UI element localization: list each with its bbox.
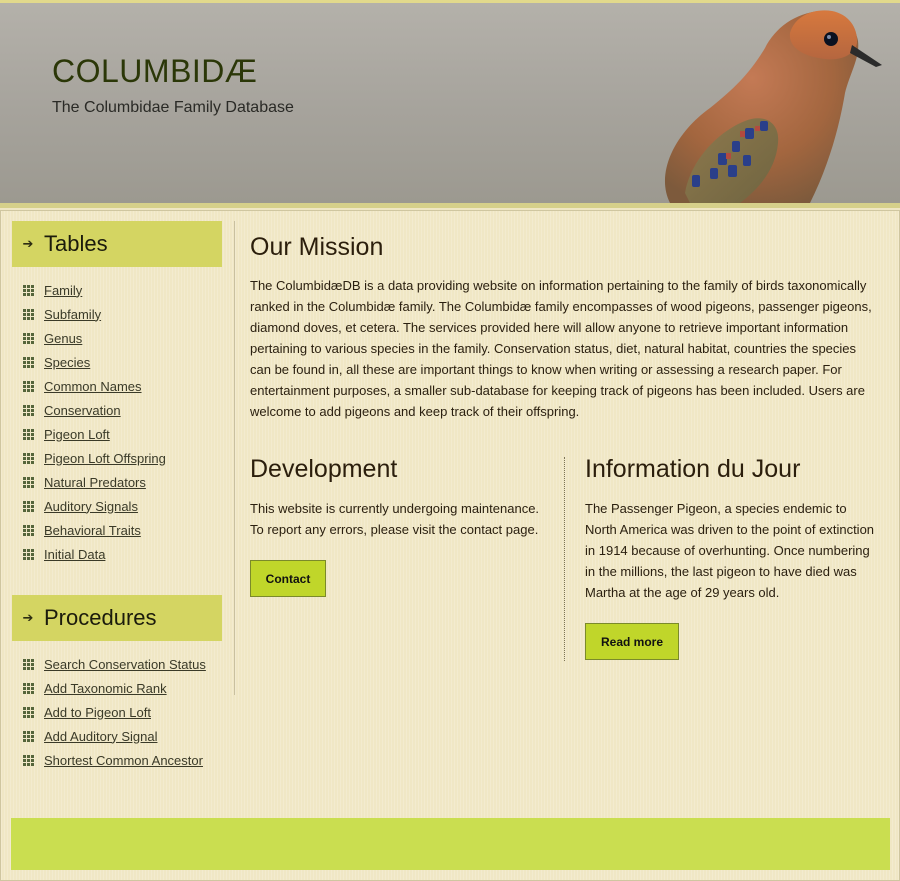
grid-bullet-icon <box>23 548 34 560</box>
arrow-right-icon: ➔ <box>22 610 34 626</box>
tables-heading: ➔ Tables <box>12 221 222 267</box>
tables-list: Family Subfamily Genus Species Common Na… <box>23 278 166 566</box>
link-initial-data[interactable]: Initial Data <box>44 547 105 562</box>
info-title: Information du Jour <box>585 455 801 483</box>
site-tagline: The Columbidae Family Database <box>52 99 294 116</box>
grid-bullet-icon <box>23 476 34 488</box>
sidebar-item-behavioral-traits: Behavioral Traits <box>23 518 166 542</box>
grid-bullet-icon <box>23 452 34 464</box>
link-add-to-pigeon-loft[interactable]: Add to Pigeon Loft <box>44 705 151 720</box>
grid-bullet-icon <box>23 428 34 440</box>
grid-bullet-icon <box>23 706 34 718</box>
sidebar-item-shortest-common-ancestor: Shortest Common Ancestor <box>23 748 206 772</box>
link-family[interactable]: Family <box>44 283 82 298</box>
grid-bullet-icon <box>23 308 34 320</box>
development-title: Development <box>250 455 398 483</box>
content-panel: ➔ Tables Family Subfamily Genus Species … <box>0 210 900 881</box>
sidebar-item-family: Family <box>23 278 166 302</box>
sidebar-item-common-names: Common Names <box>23 374 166 398</box>
site-title: COLUMBIDÆ <box>52 53 258 89</box>
link-add-taxonomic-rank[interactable]: Add Taxonomic Rank <box>44 681 167 696</box>
sidebar-divider <box>234 221 235 695</box>
sidebar-item-natural-predators: Natural Predators <box>23 470 166 494</box>
procedures-heading: ➔ Procedures <box>12 595 222 641</box>
grid-bullet-icon <box>23 500 34 512</box>
read-more-button[interactable]: Read more <box>585 623 679 660</box>
mission-title: Our Mission <box>250 233 384 261</box>
grid-bullet-icon <box>23 332 34 344</box>
sidebar-item-genus: Genus <box>23 326 166 350</box>
procedures-list: Search Conservation Status Add Taxonomic… <box>23 652 206 772</box>
grid-bullet-icon <box>23 730 34 742</box>
link-auditory-signals[interactable]: Auditory Signals <box>44 499 138 514</box>
sidebar-item-add-auditory-signal: Add Auditory Signal <box>23 724 206 748</box>
link-species[interactable]: Species <box>44 355 90 370</box>
link-shortest-common-ancestor[interactable]: Shortest Common Ancestor <box>44 753 203 768</box>
link-behavioral-traits[interactable]: Behavioral Traits <box>44 523 141 538</box>
grid-bullet-icon <box>23 284 34 296</box>
sidebar-item-initial-data: Initial Data <box>23 542 166 566</box>
development-text: This website is currently undergoing mai… <box>250 501 540 537</box>
sidebar-item-search-conservation-status: Search Conservation Status <box>23 652 206 676</box>
sidebar-item-pigeon-loft: Pigeon Loft <box>23 422 166 446</box>
grid-bullet-icon <box>23 524 34 536</box>
sidebar-item-subfamily: Subfamily <box>23 302 166 326</box>
grid-bullet-icon <box>23 356 34 368</box>
site-header: COLUMBIDÆ The Columbidae Family Database <box>0 0 900 208</box>
sidebar-item-pigeon-loft-offspring: Pigeon Loft Offspring <box>23 446 166 470</box>
column-divider <box>564 457 565 661</box>
sidebar-item-auditory-signals: Auditory Signals <box>23 494 166 518</box>
grid-bullet-icon <box>23 658 34 670</box>
tables-heading-label: Tables <box>44 231 108 256</box>
sidebar-item-species: Species <box>23 350 166 374</box>
link-genus[interactable]: Genus <box>44 331 82 346</box>
grid-bullet-icon <box>23 380 34 392</box>
sidebar-item-add-to-pigeon-loft: Add to Pigeon Loft <box>23 700 206 724</box>
link-natural-predators[interactable]: Natural Predators <box>44 475 146 490</box>
link-conservation[interactable]: Conservation <box>44 403 121 418</box>
mission-text: The ColumbidæDB is a data providing webs… <box>250 278 872 419</box>
footer-bar <box>11 818 890 870</box>
arrow-right-icon: ➔ <box>22 236 34 252</box>
link-search-conservation-status[interactable]: Search Conservation Status <box>44 657 206 672</box>
link-add-auditory-signal[interactable]: Add Auditory Signal <box>44 729 157 744</box>
procedures-heading-label: Procedures <box>44 605 157 630</box>
bird-photo <box>664 10 882 203</box>
link-subfamily[interactable]: Subfamily <box>44 307 101 322</box>
sidebar-item-add-taxonomic-rank: Add Taxonomic Rank <box>23 676 206 700</box>
sidebar-item-conservation: Conservation <box>23 398 166 422</box>
link-common-names[interactable]: Common Names <box>44 379 142 394</box>
grid-bullet-icon <box>23 682 34 694</box>
grid-bullet-icon <box>23 404 34 416</box>
info-text: The Passenger Pigeon, a species endemic … <box>585 501 875 600</box>
grid-bullet-icon <box>23 754 34 766</box>
contact-button[interactable]: Contact <box>250 560 326 597</box>
link-pigeon-loft[interactable]: Pigeon Loft <box>44 427 110 442</box>
link-pigeon-loft-offspring[interactable]: Pigeon Loft Offspring <box>44 451 166 466</box>
